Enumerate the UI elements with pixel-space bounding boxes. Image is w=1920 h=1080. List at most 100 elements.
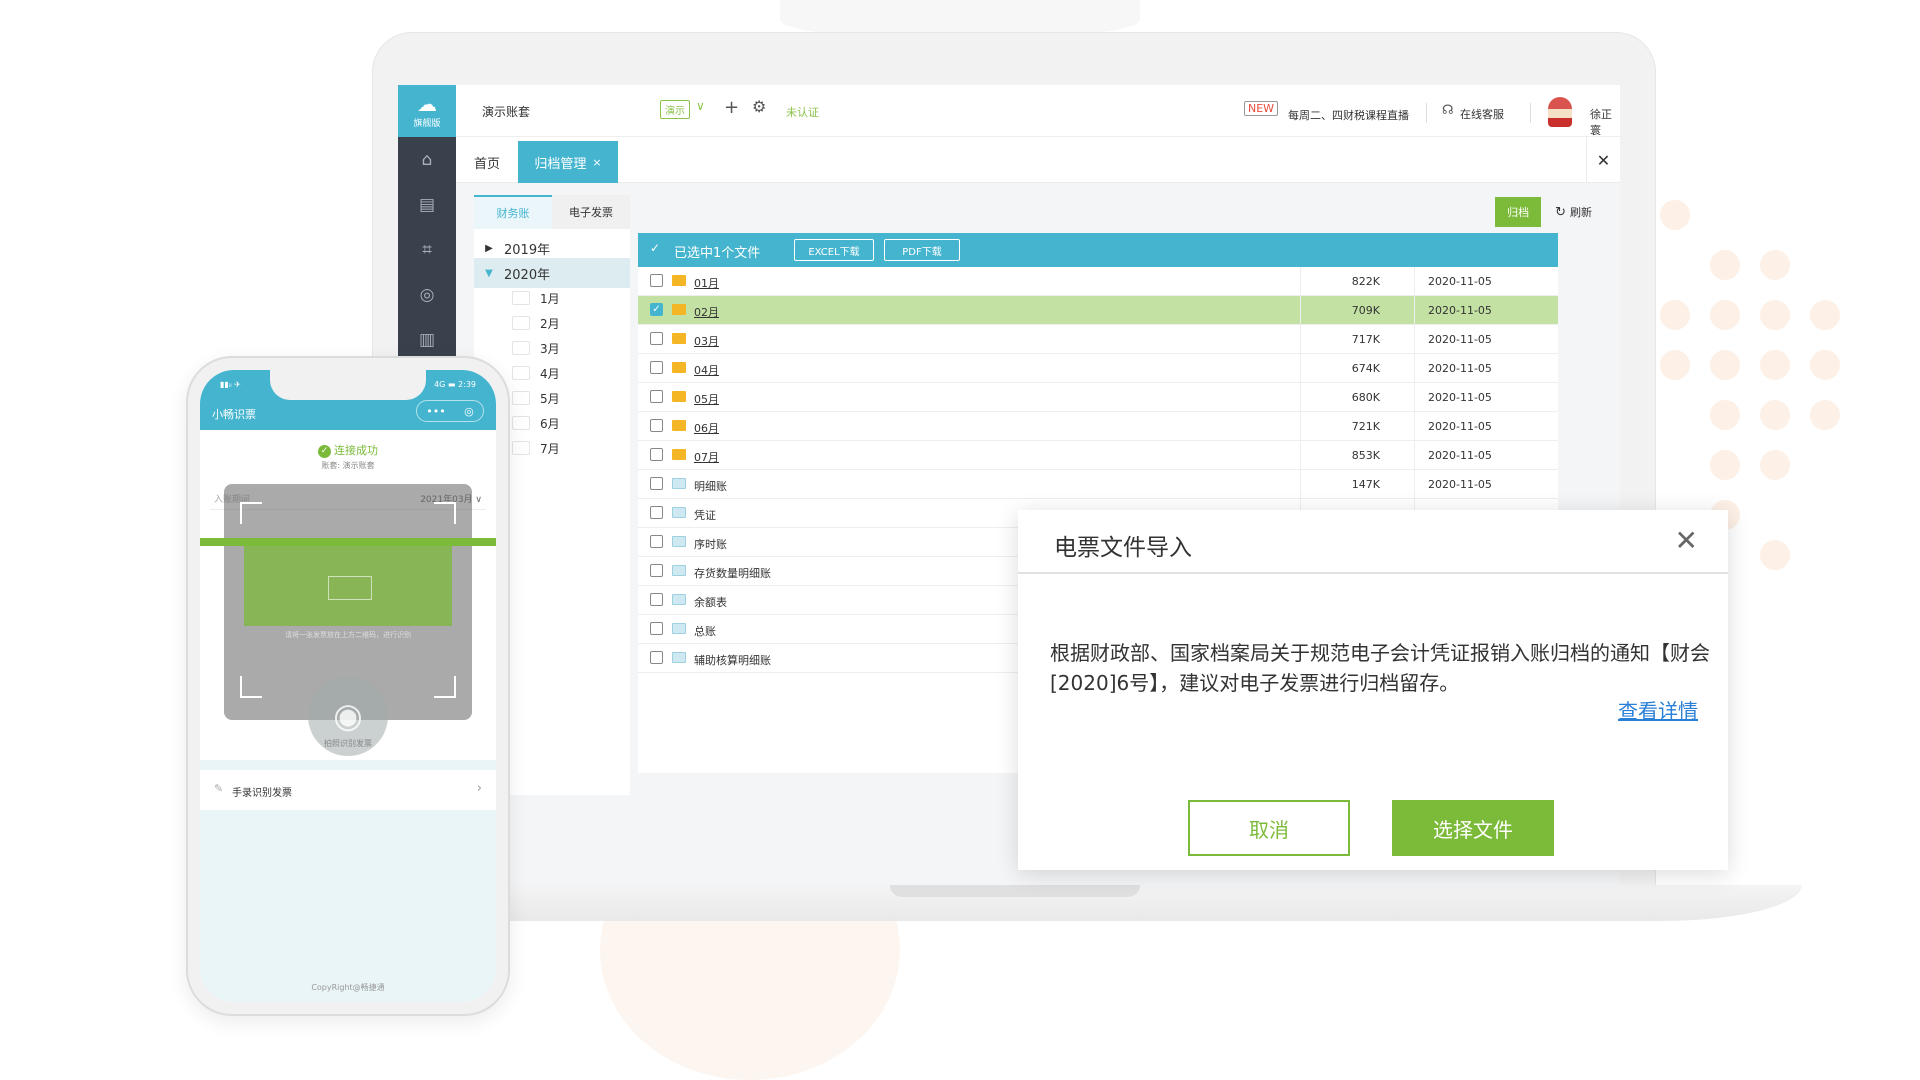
sidebar-item-money[interactable]: ◎ xyxy=(398,272,456,317)
avatar[interactable] xyxy=(1548,97,1572,127)
table-row[interactable]: 06月 721K 2020-11-05 xyxy=(638,412,1558,441)
file-name[interactable]: 02月 xyxy=(694,304,719,320)
check-circle-icon: ✓ xyxy=(318,444,331,458)
row-checkbox[interactable] xyxy=(650,419,663,432)
folder-icon xyxy=(672,391,686,402)
row-checkbox[interactable] xyxy=(650,535,663,548)
more-icon[interactable]: ••• xyxy=(426,405,445,418)
file-name: 余额表 xyxy=(694,596,727,609)
row-checkbox[interactable]: ✓ xyxy=(650,303,663,316)
tab-archive-management[interactable]: 归档管理 × xyxy=(518,141,618,183)
excel-download-button[interactable]: EXCEL下载 xyxy=(794,239,874,261)
row-checkbox[interactable] xyxy=(650,651,663,664)
laptop-notch xyxy=(890,885,1140,897)
account-name[interactable]: 演示账套 xyxy=(482,103,530,120)
file-size: 680K xyxy=(1351,391,1380,404)
online-support-link[interactable]: 在线客服 xyxy=(1460,106,1504,122)
column-divider xyxy=(1414,354,1415,383)
manual-entry-item[interactable]: ✎ 手录识别发票 › xyxy=(200,770,496,810)
subtabs: 财务账 电子发票 xyxy=(474,195,630,229)
archive-button[interactable]: 归档 xyxy=(1495,197,1542,227)
folder-icon xyxy=(512,366,530,380)
table-row[interactable]: 05月 680K 2020-11-05 xyxy=(638,383,1558,412)
row-checkbox[interactable] xyxy=(650,564,663,577)
row-checkbox[interactable] xyxy=(650,274,663,287)
sidebar-item-report[interactable]: ⌗ xyxy=(398,227,456,272)
file-name[interactable]: 04月 xyxy=(694,362,719,378)
subtab-ledger[interactable]: 财务账 xyxy=(474,195,552,229)
chevron-right-icon: › xyxy=(476,781,482,796)
user-name[interactable]: 徐正寰 xyxy=(1590,106,1620,138)
file-size: 674K xyxy=(1351,362,1380,375)
dialog-message: 根据财政部、国家档案局关于规范电子会计凭证报销入账归档的通知【财会[2020]6… xyxy=(1050,641,1710,695)
row-checkbox[interactable] xyxy=(650,361,663,374)
tab-close-icon[interactable]: × xyxy=(592,156,601,169)
phone-notch xyxy=(270,370,426,400)
mini-program-capsule: ••• ◎ xyxy=(416,400,484,422)
close-icon[interactable]: ✕ xyxy=(1675,524,1698,557)
refresh-button[interactable]: ↻ 刷新 xyxy=(1555,204,1592,220)
folder-icon xyxy=(672,449,686,460)
file-name[interactable]: 07月 xyxy=(694,449,719,465)
file-name[interactable]: 06月 xyxy=(694,420,719,436)
view-details-link[interactable]: 查看详情 xyxy=(1618,695,1698,724)
cloud-upload-icon: ☁ xyxy=(417,91,437,116)
close-icon[interactable]: ✕ xyxy=(1586,137,1620,183)
scan-highlight xyxy=(244,546,452,626)
unverified-status[interactable]: 未认证 xyxy=(786,104,819,120)
file-name[interactable]: 05月 xyxy=(694,391,719,407)
row-checkbox[interactable] xyxy=(650,622,663,635)
chevron-down-icon[interactable]: ∨ xyxy=(696,99,705,113)
file-name[interactable]: 03月 xyxy=(694,333,719,349)
row-checkbox[interactable] xyxy=(650,477,663,490)
column-divider xyxy=(1414,325,1415,354)
folder-icon xyxy=(672,362,686,373)
ledger-book-icon xyxy=(672,594,686,605)
table-row[interactable]: 01月 822K 2020-11-05 xyxy=(638,267,1558,296)
table-row[interactable]: 明细账 147K 2020-11-05 xyxy=(638,470,1558,499)
table-row[interactable]: 07月 853K 2020-11-05 xyxy=(638,441,1558,470)
file-size: 853K xyxy=(1351,449,1380,462)
caret-right-icon: ▶ xyxy=(485,242,493,254)
tree-month-label: 7月 xyxy=(540,441,560,456)
tab-home[interactable]: 首页 xyxy=(474,153,500,172)
subtab-e-invoice[interactable]: 电子发票 xyxy=(552,195,630,229)
manual-entry-label: 手录识别发票 xyxy=(232,788,292,799)
ledger-book-icon xyxy=(672,652,686,663)
table-row[interactable]: 04月 674K 2020-11-05 xyxy=(638,354,1558,383)
plus-icon[interactable]: + xyxy=(724,97,739,118)
file-name[interactable]: 01月 xyxy=(694,275,719,291)
live-course-link[interactable]: 每周二、四财税课程直播 xyxy=(1288,107,1409,123)
selected-count: 已选中1个文件 xyxy=(674,246,761,261)
sidebar-item-home[interactable]: ⌂ xyxy=(398,137,456,182)
dialog-divider xyxy=(1018,572,1728,574)
close-circle-icon[interactable]: ◎ xyxy=(464,405,474,418)
money-bag-icon: ◎ xyxy=(419,284,435,305)
scan-corner xyxy=(240,676,262,698)
tree-year-label: 2020年 xyxy=(504,267,551,283)
file-date: 2020-11-05 xyxy=(1428,391,1492,404)
row-checkbox[interactable] xyxy=(650,506,663,519)
table-row[interactable]: 03月 717K 2020-11-05 xyxy=(638,325,1558,354)
file-date: 2020-11-05 xyxy=(1428,449,1492,462)
file-date: 2020-11-05 xyxy=(1428,420,1492,433)
row-checkbox[interactable] xyxy=(650,448,663,461)
file-date: 2020-11-05 xyxy=(1428,275,1492,288)
app-logo[interactable]: ☁ 旗舰版 xyxy=(398,85,456,137)
row-checkbox[interactable] xyxy=(650,332,663,345)
phone-app-title: 小畅识票 xyxy=(212,408,256,421)
table-row[interactable]: ✓ 02月 709K 2020-11-05 xyxy=(638,296,1558,325)
row-checkbox[interactable] xyxy=(650,593,663,606)
cancel-button[interactable]: 取消 xyxy=(1188,800,1350,856)
phone-account: 账套: 演示账套 xyxy=(321,461,375,470)
pdf-download-button[interactable]: PDF下载 xyxy=(884,239,960,261)
tree-year-label: 2019年 xyxy=(504,242,551,258)
ledger-book-icon xyxy=(672,565,686,576)
column-divider xyxy=(1414,267,1415,296)
voucher-icon: ▤ xyxy=(418,194,436,215)
choose-file-button[interactable]: 选择文件 xyxy=(1392,800,1554,856)
gear-icon[interactable]: ⚙ xyxy=(752,97,766,116)
row-checkbox[interactable] xyxy=(650,390,663,403)
select-all-checkbox[interactable]: ✓ xyxy=(650,241,660,255)
sidebar-item-voucher[interactable]: ▤ xyxy=(398,182,456,227)
